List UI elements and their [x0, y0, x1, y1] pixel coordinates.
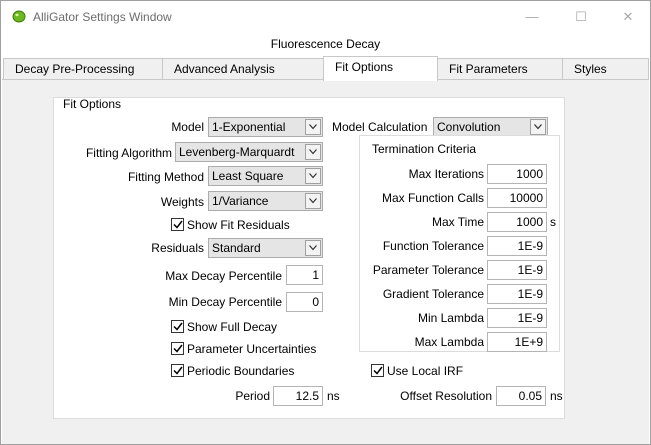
tab-label: Styles [574, 62, 607, 76]
weights-label: Weights [160, 195, 204, 209]
tab-strip: Decay Pre-Processing Advanced Analysis F… [1, 56, 650, 81]
max-lambda-label: Max Lambda [414, 335, 484, 349]
show-full-decay-label: Show Full Decay [187, 320, 278, 334]
min-decay-percentile-field[interactable]: 0 [286, 292, 323, 312]
min-lambda-label: Min Lambda [417, 311, 484, 325]
tab-label: Fit Parameters [449, 62, 528, 76]
chevron-down-icon[interactable] [305, 119, 321, 135]
max-time-field[interactable]: 1000 [487, 212, 547, 232]
group-title: Fluorescence Decay [270, 37, 381, 51]
tab-label: Fit Options [335, 60, 394, 74]
period-label: Period [235, 389, 270, 403]
checkmark-icon [173, 220, 183, 229]
function-tolerance-field[interactable]: 1E-9 [487, 236, 547, 256]
tab-fit-options[interactable]: Fit Options [323, 56, 438, 81]
weights-dropdown[interactable]: 1/Variance [208, 191, 323, 211]
periodic-boundaries-label: Periodic Boundaries [187, 364, 295, 378]
chevron-down-icon[interactable] [530, 119, 546, 135]
max-iterations-label: Max Iterations [408, 167, 484, 181]
settings-window: AlliGator Settings Window — ☐ ✕ Fluoresc… [0, 0, 651, 445]
alligator-icon [12, 10, 26, 23]
tab-styles[interactable]: Styles [562, 58, 649, 80]
gradient-tolerance-label: Gradient Tolerance [382, 287, 484, 301]
model-dropdown[interactable]: 1-Exponential [208, 117, 323, 137]
fitting-algorithm-dropdown[interactable]: Levenberg-Marquardt [175, 142, 323, 162]
minimize-button[interactable]: — [525, 9, 539, 25]
use-local-irf-label: Use Local IRF [387, 364, 464, 378]
model-calculation-label: Model Calculation [332, 120, 428, 134]
model-value: 1-Exponential [212, 120, 286, 134]
offset-resolution-field[interactable]: 0.05 [496, 386, 546, 406]
checkmark-icon [173, 322, 183, 331]
show-fit-residuals-checkbox[interactable] [171, 218, 184, 231]
fit-options-pane: Fit Options Model 1-Exponential Model Ca… [2, 79, 649, 444]
chevron-down-icon[interactable] [305, 193, 321, 209]
model-calculation-dropdown[interactable]: Convolution [433, 117, 548, 137]
max-function-calls-label: Max Function Calls [381, 191, 484, 205]
gradient-tolerance-field[interactable]: 1E-9 [487, 284, 547, 304]
min-lambda-field[interactable]: 1E-9 [487, 308, 547, 328]
show-full-decay-checkbox[interactable] [171, 320, 184, 333]
periodic-boundaries-checkbox[interactable] [171, 364, 184, 377]
model-label: Model [171, 120, 204, 134]
chevron-down-icon[interactable] [305, 168, 321, 184]
parameter-tolerance-label: Parameter Tolerance [372, 263, 484, 277]
fitting-algorithm-label: Fitting Algorithm [85, 146, 172, 160]
tab-fit-parameters[interactable]: Fit Parameters [437, 58, 563, 80]
max-time-label: Max Time [431, 215, 484, 229]
tab-advanced-analysis[interactable]: Advanced Analysis [162, 58, 324, 80]
min-decay-percentile-label: Min Decay Percentile [168, 295, 282, 309]
fitting-method-label: Fitting Method [127, 170, 204, 184]
period-field[interactable]: 12.5 [273, 386, 323, 406]
fitting-method-dropdown[interactable]: Least Square [208, 166, 323, 186]
parameter-uncertainties-checkbox[interactable] [171, 342, 184, 355]
period-unit: ns [327, 389, 340, 403]
max-iterations-field[interactable]: 1000 [487, 164, 547, 184]
use-local-irf-checkbox[interactable] [371, 364, 384, 377]
close-button[interactable]: ✕ [621, 9, 635, 25]
chevron-down-icon[interactable] [305, 144, 321, 160]
residuals-value: Standard [212, 241, 261, 255]
fitting-algorithm-value: Levenberg-Marquardt [179, 145, 295, 159]
tab-decay-pre-processing[interactable]: Decay Pre-Processing [3, 58, 163, 80]
weights-value: 1/Variance [212, 194, 269, 208]
parameter-tolerance-field[interactable]: 1E-9 [487, 260, 547, 280]
residuals-label: Residuals [151, 241, 204, 255]
function-tolerance-label: Function Tolerance [382, 239, 484, 253]
window-title: AlliGator Settings Window [33, 10, 172, 24]
max-decay-percentile-label: Max Decay Percentile [165, 269, 282, 283]
offset-resolution-unit: ns [550, 389, 563, 403]
checkmark-icon [173, 344, 183, 353]
max-lambda-field[interactable]: 1E+9 [487, 332, 547, 352]
model-calculation-value: Convolution [437, 120, 501, 134]
parameter-uncertainties-label: Parameter Uncertainties [187, 342, 317, 356]
checkmark-icon [373, 366, 383, 375]
termination-criteria-title: Termination Criteria [372, 142, 477, 156]
fit-options-section-label: Fit Options [63, 97, 122, 111]
max-function-calls-field[interactable]: 10000 [487, 188, 547, 208]
tab-label: Advanced Analysis [174, 62, 275, 76]
maximize-button[interactable]: ☐ [574, 9, 588, 25]
max-decay-percentile-field[interactable]: 1 [286, 265, 323, 285]
residuals-dropdown[interactable]: Standard [208, 238, 323, 258]
fitting-method-value: Least Square [212, 169, 284, 183]
max-time-unit: s [550, 215, 556, 229]
offset-resolution-label: Offset Resolution [400, 389, 492, 403]
title-bar: AlliGator Settings Window — ☐ ✕ [1, 1, 650, 33]
show-fit-residuals-label: Show Fit Residuals [187, 218, 290, 232]
checkmark-icon [173, 366, 183, 375]
chevron-down-icon[interactable] [305, 240, 321, 256]
tab-label: Decay Pre-Processing [15, 62, 135, 76]
